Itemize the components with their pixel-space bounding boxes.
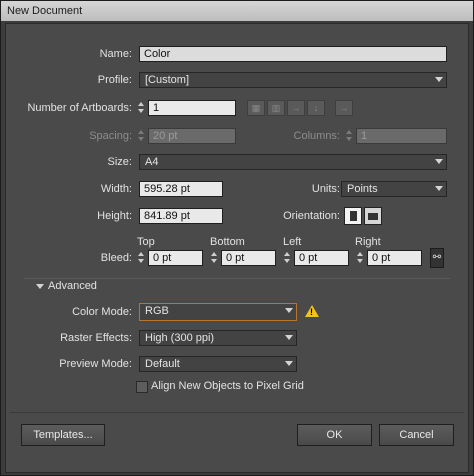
chevron-down-icon [435, 159, 443, 164]
grid-by-column-icon[interactable]: ▥ [267, 100, 285, 116]
ok-button[interactable]: OK [297, 424, 372, 446]
units-value: Points [347, 183, 378, 195]
units-select[interactable]: Points [341, 181, 447, 197]
spacing-label: Spacing: [89, 130, 132, 142]
landscape-icon[interactable] [364, 207, 382, 225]
portrait-icon[interactable] [344, 207, 362, 225]
title-bar: New Document [1, 1, 473, 21]
color-mode-select[interactable]: RGB [139, 303, 297, 321]
advanced-toggle[interactable]: Advanced [48, 280, 97, 292]
arrange-by-column-icon[interactable]: ↓ [307, 100, 325, 116]
height-field[interactable]: 841.89 pt [139, 208, 223, 224]
dialog-body: Name: Color Profile: [Custom] Number of … [5, 23, 469, 473]
units-label: Units: [311, 183, 340, 195]
artboards-stepper[interactable] [137, 100, 146, 116]
columns-stepper[interactable] [345, 128, 354, 144]
spacing-field[interactable]: 20 pt [148, 128, 236, 144]
bleed-left-stepper[interactable] [283, 250, 292, 266]
templates-button[interactable]: Templates... [21, 424, 105, 446]
size-select[interactable]: A4 [139, 154, 447, 170]
layout-direction-icon[interactable]: → [335, 100, 353, 116]
size-value: A4 [145, 156, 159, 168]
name-field[interactable]: Color [139, 46, 447, 62]
preview-mode-value: Default [145, 358, 180, 370]
preview-mode-label: Preview Mode: [59, 358, 132, 370]
width-field[interactable]: 595.28 pt [139, 181, 223, 197]
link-icon[interactable]: ⚯ [430, 248, 444, 268]
bleed-top-label: Top [137, 236, 155, 248]
chevron-down-icon [285, 335, 293, 340]
divider [10, 412, 464, 413]
bleed-right-label: Right [355, 236, 381, 248]
profile-label: Profile: [97, 74, 132, 86]
width-label: Width: [100, 183, 132, 195]
artboards-field[interactable]: 1 [148, 100, 236, 116]
grid-by-row-icon[interactable]: ▦ [247, 100, 265, 116]
color-mode-value: RGB [145, 305, 169, 317]
new-document-dialog: New Document Name: Color Profile: [Custo… [0, 0, 474, 476]
chevron-down-icon [435, 186, 443, 191]
artboards-label: Number of Artboards: [27, 102, 132, 114]
bleed-right-stepper[interactable] [356, 250, 365, 266]
preview-mode-select[interactable]: Default [139, 356, 297, 372]
bleed-label: Bleed: [100, 252, 132, 264]
raster-effects-select[interactable]: High (300 ppi) [139, 330, 297, 346]
size-label: Size: [107, 156, 132, 168]
cancel-button[interactable]: Cancel [379, 424, 454, 446]
bleed-left-label: Left [283, 236, 302, 248]
height-label: Height: [97, 210, 132, 222]
profile-value: [Custom] [145, 74, 190, 86]
bleed-bottom-stepper[interactable] [210, 250, 219, 266]
chevron-down-icon [285, 361, 293, 366]
align-pixel-grid-checkbox[interactable] [136, 381, 148, 393]
columns-label: Columns: [293, 130, 340, 142]
bleed-bottom-field[interactable]: 0 pt [221, 250, 276, 266]
spacing-stepper[interactable] [137, 128, 146, 144]
chevron-down-icon [285, 308, 293, 313]
orientation-label: Orientation: [283, 210, 340, 222]
name-label: Name: [99, 48, 132, 60]
arrange-by-row-icon[interactable]: → [287, 100, 305, 116]
warning-icon: ! [305, 305, 319, 317]
raster-effects-label: Raster Effects: [60, 332, 132, 344]
bleed-top-field[interactable]: 0 pt [148, 250, 203, 266]
bleed-bottom-label: Bottom [210, 236, 245, 248]
window-title: New Document [7, 5, 83, 17]
divider [24, 278, 450, 279]
bleed-left-field[interactable]: 0 pt [294, 250, 349, 266]
chevron-down-icon [435, 77, 443, 82]
triangle-down-icon[interactable] [36, 284, 44, 289]
bleed-right-field[interactable]: 0 pt [367, 250, 422, 266]
profile-select[interactable]: [Custom] [139, 72, 447, 88]
align-pixel-grid-label: Align New Objects to Pixel Grid [151, 380, 304, 392]
bleed-top-stepper[interactable] [137, 250, 146, 266]
columns-field[interactable]: 1 [356, 128, 447, 144]
raster-effects-value: High (300 ppi) [145, 332, 215, 344]
color-mode-label: Color Mode: [72, 306, 132, 318]
